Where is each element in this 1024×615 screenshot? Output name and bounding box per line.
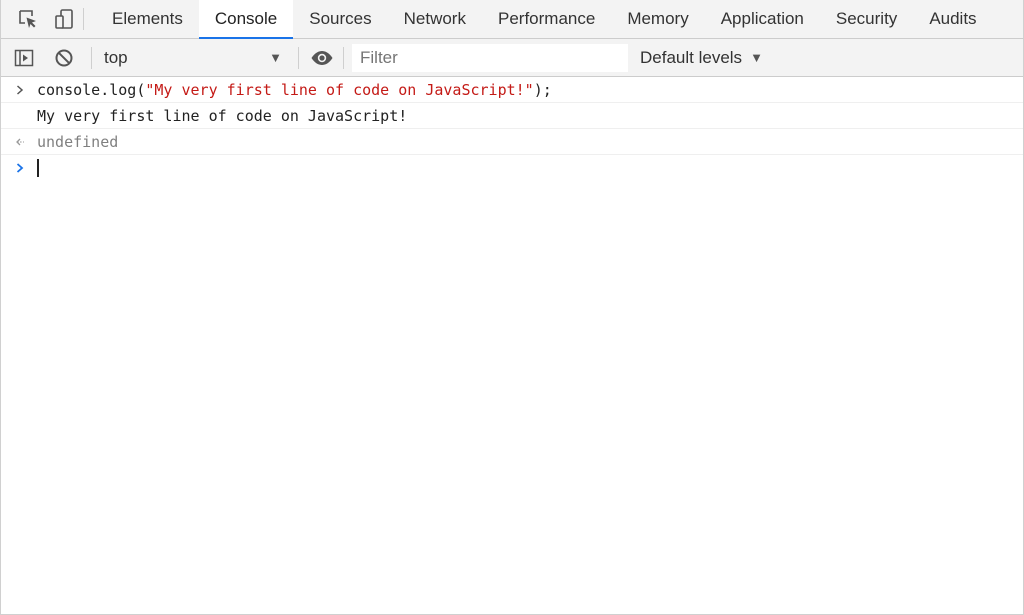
show-sidebar-icon (14, 49, 34, 66)
tab-audits[interactable]: Audits (913, 0, 992, 38)
command-string-literal: "My very first line of code on JavaScrip… (145, 80, 534, 99)
console-command-row: console.log("My very first line of code … (1, 77, 1023, 103)
result-value: undefined (37, 132, 119, 151)
tab-network[interactable]: Network (388, 0, 482, 38)
command-suffix: ); (533, 80, 552, 99)
tab-sources[interactable]: Sources (293, 0, 387, 38)
show-sidebar-button[interactable] (11, 45, 37, 71)
inspect-element-icon (19, 10, 36, 28)
devtools-window: Elements Console Sources Network Perform… (0, 0, 1024, 615)
chevron-down-icon: ▼ (269, 50, 282, 65)
console-log-row: My very first line of code on JavaScript… (1, 103, 1023, 129)
clear-console-icon (55, 49, 73, 66)
text-caret (37, 159, 39, 177)
console-toolbar: top ▼ Default levels ▼ (1, 39, 1023, 77)
tool-icons (1, 0, 77, 38)
execution-context-value: top (104, 47, 128, 67)
log-output-text: My very first line of code on JavaScript… (37, 106, 408, 125)
result-arrow-icon (13, 129, 27, 155)
console-result-row: undefined (1, 129, 1023, 155)
tab-application[interactable]: Application (705, 0, 820, 38)
tab-security[interactable]: Security (820, 0, 913, 38)
device-toolbar-icon (55, 9, 73, 29)
toolbar-divider (298, 46, 299, 69)
toolbar-divider (343, 46, 344, 69)
clear-console-button[interactable] (51, 45, 77, 71)
execution-context-select[interactable]: top ▼ (100, 43, 290, 73)
filter-input[interactable] (352, 43, 628, 72)
live-expression-button[interactable] (309, 45, 335, 71)
prompt-chevron-icon (13, 155, 27, 181)
command-chevron-icon (13, 77, 27, 103)
chevron-down-icon: ▼ (750, 50, 763, 65)
device-toolbar-button[interactable] (51, 6, 77, 32)
command-prefix: console.log( (37, 80, 146, 99)
tab-bar-divider (83, 8, 84, 30)
inspect-element-button[interactable] (15, 6, 41, 32)
tab-memory[interactable]: Memory (611, 0, 704, 38)
console-prompt-row[interactable] (1, 155, 1023, 181)
log-levels-label: Default levels (640, 47, 743, 67)
tab-bar: Elements Console Sources Network Perform… (1, 0, 1023, 39)
toolbar-divider (91, 46, 92, 69)
tab-elements[interactable]: Elements (96, 0, 199, 38)
tab-console[interactable]: Console (198, 0, 294, 39)
eye-icon (311, 50, 333, 65)
log-levels-dropdown[interactable]: Default levels ▼ (640, 48, 763, 68)
panel-tabs: Elements Console Sources Network Perform… (96, 0, 993, 39)
console-messages[interactable]: console.log("My very first line of code … (1, 77, 1023, 181)
tab-performance[interactable]: Performance (482, 0, 611, 38)
